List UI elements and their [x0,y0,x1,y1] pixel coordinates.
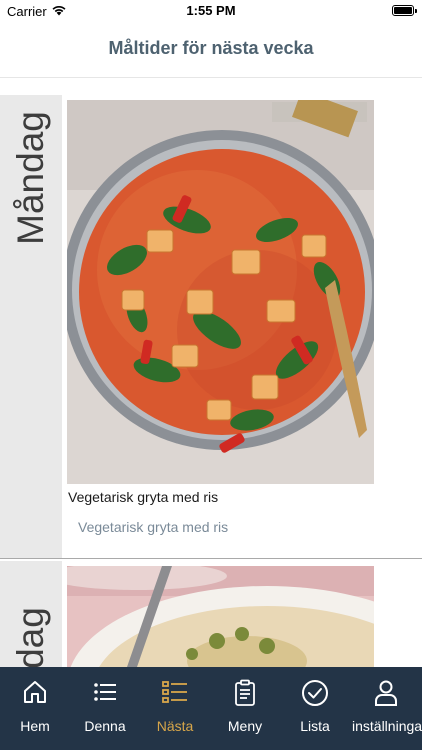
meal-subtitle: Vegetarisk gryta med ris [78,519,229,535]
home-icon [0,679,70,709]
clipboard-icon [210,679,280,709]
list-icon [70,679,140,709]
day-label-column: Måndag [0,95,62,558]
status-bar: Carrier 1:55 PM [0,0,422,22]
day-label-column: Tisdag [0,561,62,667]
day-section-tuesday[interactable]: Tisdag [0,561,422,667]
tab-label: inställningar [352,718,422,734]
tab-meny[interactable]: Meny [210,667,280,750]
person-icon [350,679,422,709]
clock: 1:55 PM [186,3,236,18]
tab-home[interactable]: Hem [0,667,70,750]
battery-icon [392,5,417,16]
meal-image [67,100,374,484]
tab-label: Meny [227,718,263,734]
check-circle-icon [280,679,350,709]
tab-nasta[interactable]: Nästa [140,667,210,750]
page-title: Måltider för nästa vecka [108,38,314,58]
tab-installningar[interactable]: inställningar [350,667,422,750]
day-label: Tisdag [10,607,51,667]
tab-label: Lista [300,718,330,734]
checklist-icon [140,679,210,709]
meal-card[interactable] [62,561,422,667]
tab-label: Nästa [156,718,194,734]
tab-denna[interactable]: Denna [70,667,140,750]
day-label: Måndag [10,111,51,245]
meal-image [67,566,374,667]
tab-label: Denna [84,718,126,734]
tab-label: Hem [20,718,50,734]
tab-bar: Hem Denna Nästa Meny Lista inställningar [0,667,422,750]
meal-title: Vegetarisk gryta med ris [68,489,219,505]
meal-card[interactable]: Vegetarisk gryta med ris Vegetarisk gryt… [62,95,422,558]
section-divider [0,558,422,559]
nav-header: Måltider för nästa vecka [0,22,422,78]
tab-lista[interactable]: Lista [280,667,350,750]
day-section-monday[interactable]: Måndag Vegetarisk gryta med ris Vegetari… [0,95,422,558]
